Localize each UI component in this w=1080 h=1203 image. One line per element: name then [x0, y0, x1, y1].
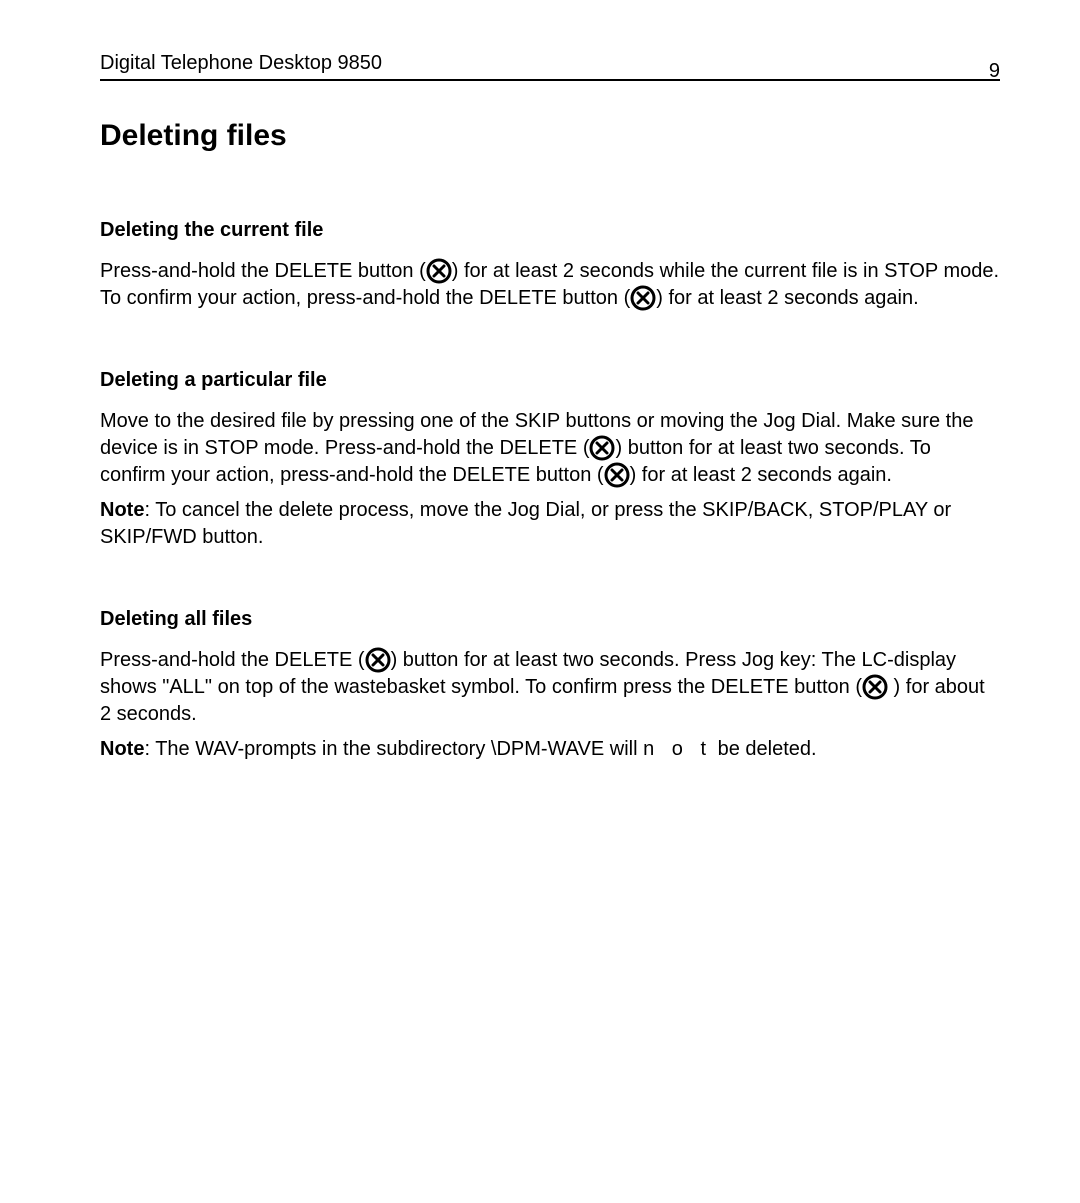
delete-icon	[862, 674, 888, 700]
section-heading: Deleting all files	[100, 606, 1000, 633]
body-text: Press-and-hold the DELETE button (	[100, 260, 426, 282]
delete-icon	[630, 285, 656, 311]
body-text: ) for at least 2 seconds again.	[630, 464, 892, 486]
delete-icon	[426, 258, 452, 284]
section-deleting-particular-file: Deleting a particular file Move to the d…	[100, 367, 1000, 551]
page-header: Digital Telephone Desktop 9850 9	[100, 50, 1000, 81]
section-deleting-current-file: Deleting the current file Press-and-hold…	[100, 217, 1000, 312]
section-paragraph: Move to the desired file by pressing one…	[100, 408, 1000, 489]
page-container: Digital Telephone Desktop 9850 9 Deletin…	[0, 0, 1080, 1203]
section-note: Note: To cancel the delete process, move…	[100, 497, 1000, 551]
section-note: Note: The WAV-prompts in the subdirector…	[100, 736, 1000, 763]
note-label: Note	[100, 499, 144, 521]
main-heading: Deleting files	[100, 116, 1000, 157]
delete-icon	[604, 462, 630, 488]
section-paragraph: Press-and-hold the DELETE () button for …	[100, 647, 1000, 728]
header-title: Digital Telephone Desktop 9850	[100, 50, 382, 77]
page-number: 9	[989, 58, 1000, 85]
section-heading: Deleting a particular file	[100, 367, 1000, 394]
delete-icon	[365, 647, 391, 673]
note-label: Note	[100, 738, 144, 760]
note-text: : To cancel the delete process, move the…	[100, 499, 951, 548]
section-paragraph: Press-and-hold the DELETE button ( ) for …	[100, 258, 1000, 312]
section-heading: Deleting the current file	[100, 217, 1000, 244]
delete-icon	[589, 435, 615, 461]
note-text: : The WAV-prompts in the subdirectory \D…	[144, 738, 643, 760]
note-text: be deleted.	[712, 738, 817, 760]
body-text: ) for at least 2 seconds again.	[656, 287, 918, 309]
body-text: Press-and-hold the DELETE (	[100, 649, 365, 671]
emphasis-spaced: n o t	[643, 738, 712, 760]
section-deleting-all-files: Deleting all files Press-and-hold the DE…	[100, 606, 1000, 763]
